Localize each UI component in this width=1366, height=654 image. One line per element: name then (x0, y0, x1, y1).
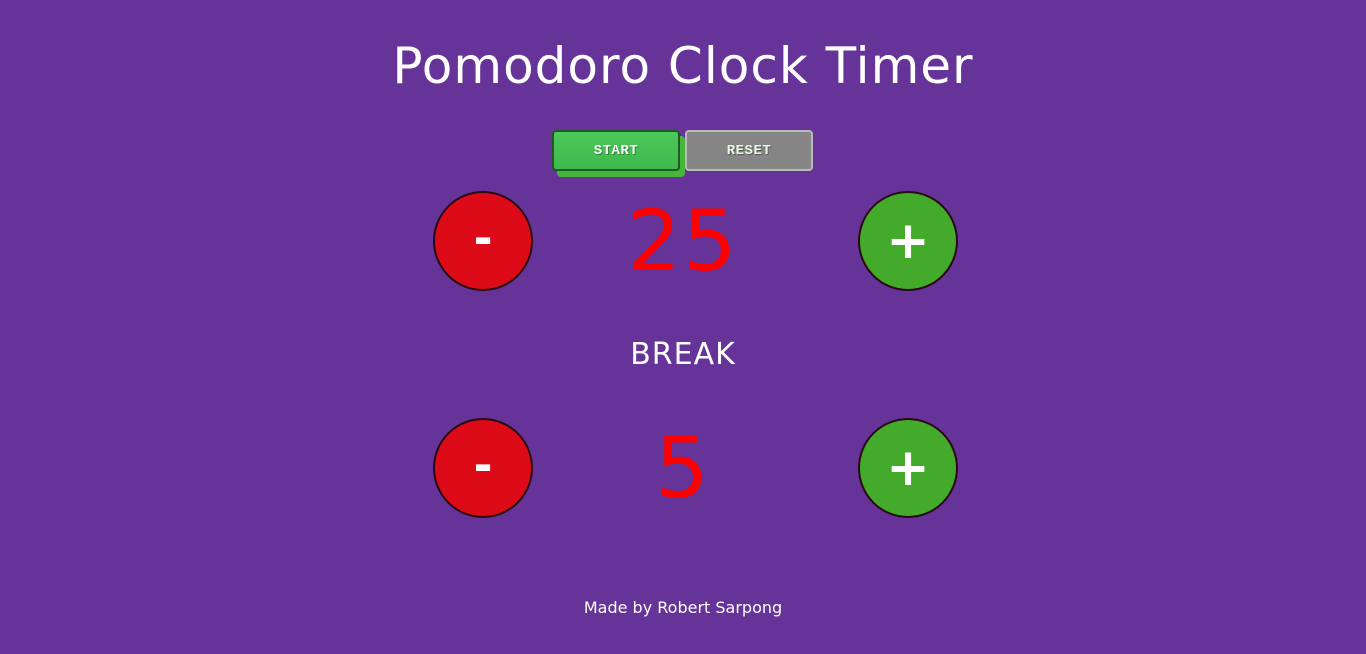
start-button[interactable]: START (552, 130, 680, 171)
minus-icon: - (473, 211, 493, 265)
reset-button[interactable]: RESET (685, 130, 813, 171)
footer-credit: Made by Robert Sarpong (583, 598, 783, 617)
break-decrement-button[interactable]: - (433, 418, 533, 518)
pomodoro-page: Pomodoro Clock Timer START RESET - 25 + … (0, 0, 1366, 654)
minus-icon: - (473, 438, 493, 492)
timer-controls: START RESET (552, 130, 814, 178)
session-decrement-button[interactable]: - (433, 191, 533, 291)
page-title: Pomodoro Clock Timer (392, 37, 974, 95)
break-length-value: 5 (655, 419, 711, 517)
session-length-value: 25 (627, 192, 739, 290)
plus-icon: + (886, 438, 930, 498)
session-increment-button[interactable]: + (858, 191, 958, 291)
plus-icon: + (886, 211, 930, 271)
break-increment-button[interactable]: + (858, 418, 958, 518)
break-label: BREAK (630, 337, 736, 372)
